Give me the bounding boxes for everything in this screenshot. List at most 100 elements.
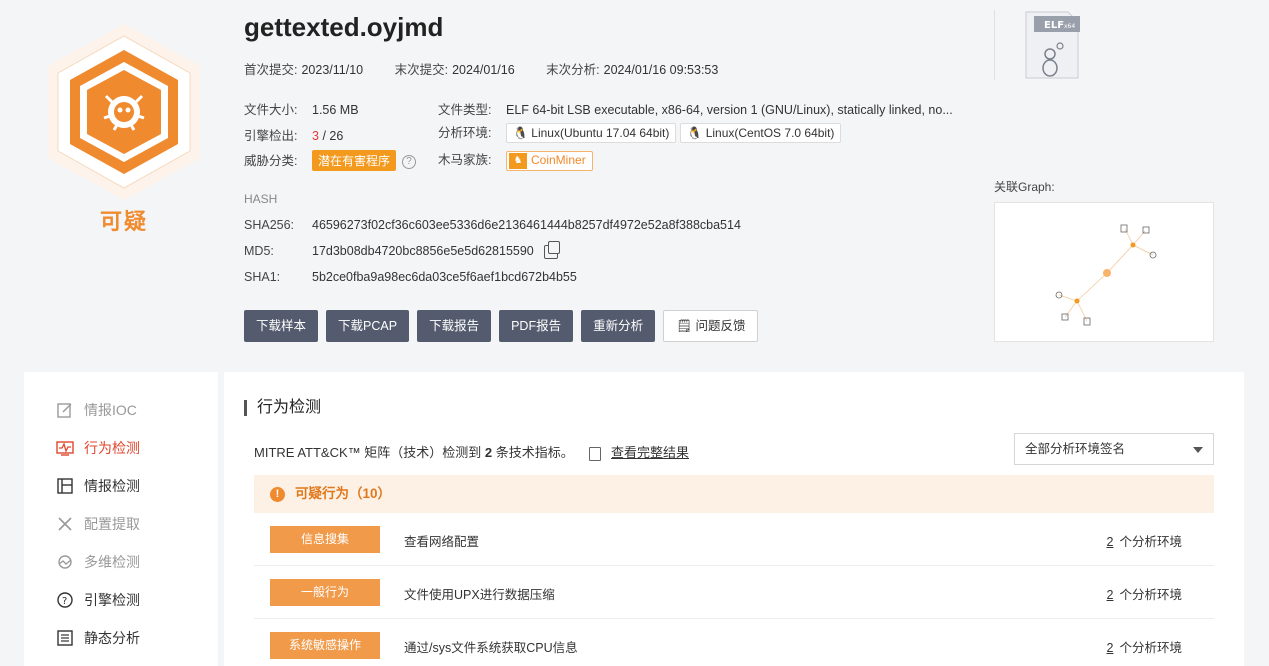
reanalyze-button[interactable]: 重新分析	[581, 310, 656, 342]
action-buttons: 下载样本 下载PCAP 下载报告 PDF报告 重新分析 🗒 问题反馈	[244, 310, 759, 342]
sidebar-item-static[interactable]: 静态分析	[56, 628, 140, 648]
relation-graph[interactable]	[994, 202, 1214, 342]
env-signature-select[interactable]: 全部分析环境签名	[1014, 433, 1214, 465]
file-type-row: 文件类型: ELF 64-bit LSB executable, x86-64, …	[438, 99, 953, 118]
env-count-text: 个分析环境	[1119, 641, 1182, 655]
last-analysis-label: 末次分析:	[546, 63, 600, 77]
sidebar-item-behavior[interactable]: 行为检测	[56, 438, 140, 458]
md5-row: MD5: 17d3b08db4720bc8856e5e5d62815590	[244, 240, 560, 259]
engine-label: 引擎检出:	[244, 129, 298, 143]
file-size-value: 1.56 MB	[312, 103, 359, 117]
tools-icon	[58, 517, 72, 531]
linux-icon: 🐧	[687, 126, 703, 140]
verdict-badge-icon	[44, 22, 204, 202]
linux-icon: 🐧	[513, 126, 528, 140]
pulse-monitor-icon	[56, 441, 74, 456]
sidebar-item-label: 情报检测	[84, 478, 140, 494]
behavior-tag: 一般行为	[270, 579, 380, 606]
table-row[interactable]: 信息搜集 查看网络配置 2 个分析环境	[254, 513, 1214, 566]
layout-icon	[57, 478, 73, 494]
copy-icon[interactable]	[543, 240, 560, 259]
env-tag-centos[interactable]: 🐧 Linux(CentOS 7.0 64bit)	[680, 123, 842, 143]
view-full-results-link[interactable]: 查看完整结果	[611, 445, 689, 460]
sha256-row: SHA256: 46596273f02cf36c603ee5336d6e21364…	[244, 218, 741, 232]
sha1-row: SHA1: 5b2ce0fba9a98ec6da03ce5f6aef1bcd672…	[244, 270, 577, 284]
sidebar-item-label: 静态分析	[84, 630, 140, 646]
env-count-link[interactable]: 2	[1107, 535, 1114, 549]
behavior-env: 2 个分析环境	[1107, 584, 1182, 603]
behavior-tag: 系统敏感操作	[270, 632, 380, 659]
question-circle-icon: ?	[57, 592, 73, 608]
suspicious-header-label: 可疑行为（10）	[295, 486, 392, 501]
help-icon[interactable]: ?	[402, 154, 417, 169]
sidebar-item-multidim[interactable]: 多维检测	[56, 552, 140, 572]
engine-total: / 26	[322, 129, 344, 143]
env-tag-ubuntu[interactable]: 🐧 Linux(Ubuntu 17.04 64bit)	[506, 123, 677, 143]
pdf-report-button[interactable]: PDF报告	[499, 310, 574, 342]
sidebar-item-label: 情报IOC	[84, 402, 137, 418]
download-pcap-button[interactable]: 下载PCAP	[326, 310, 410, 342]
engine-row: 引擎检出: 3 / 26	[244, 125, 343, 144]
env-count-link[interactable]: 2	[1107, 641, 1114, 655]
suspicious-header[interactable]: ! 可疑行为（10）	[254, 475, 1214, 513]
file-type-label: 文件类型:	[438, 103, 492, 117]
table-row[interactable]: 系统敏感操作 通过/sys文件系统获取CPU信息 2 个分析环境	[254, 619, 1214, 666]
engine-hits: 3	[312, 129, 319, 143]
sidebar-item-config[interactable]: 配置提取	[56, 514, 140, 534]
family-row: 木马家族: ♞ CoinMiner	[438, 149, 593, 171]
family-label: 木马家族:	[438, 153, 492, 167]
sidebar: 情报IOC 行为检测 情报检测 配置提取 多维检测 ? 引擎检测 静态分析	[24, 372, 218, 666]
edit-icon	[57, 403, 72, 418]
behavior-desc: 查看网络配置	[404, 535, 480, 549]
sha256-label: SHA256:	[244, 218, 295, 232]
last-analysis-date: 2024/01/16 09:53:53	[603, 63, 719, 77]
behavior-env: 2 个分析环境	[1107, 531, 1182, 550]
trojan-icon: ♞	[509, 152, 527, 169]
download-sample-button[interactable]: 下载样本	[244, 310, 319, 342]
first-submit-date: 2023/11/10	[301, 63, 364, 77]
warning-icon: !	[270, 486, 285, 502]
download-report-button[interactable]: 下载报告	[417, 310, 492, 342]
env-row: 分析环境: 🐧 Linux(Ubuntu 17.04 64bit) 🐧 Linux(…	[438, 122, 845, 143]
file-size-row: 文件大小: 1.56 MB	[244, 99, 359, 118]
elf-badge-arch: x64	[1064, 23, 1075, 30]
mitre-count: 2	[484, 445, 493, 460]
sidebar-item-label: 多维检测	[84, 554, 140, 570]
env-count-link[interactable]: 2	[1107, 588, 1114, 602]
verdict-label: 可疑	[99, 209, 148, 234]
svg-text:?: ?	[62, 596, 67, 607]
env-label: 分析环境:	[438, 126, 492, 140]
mitre-prefix: MITRE ATT&CK™ 矩阵（技术）检测到	[254, 445, 482, 460]
divider	[994, 10, 995, 80]
sidebar-item-intel[interactable]: 情报检测	[56, 476, 140, 496]
sha1-value[interactable]: 5b2ce0fba9a98ec6da03ce5f6aef1bcd672b4b55	[312, 270, 577, 284]
threat-tag: 潜在有害程序	[312, 150, 397, 171]
chevron-down-icon	[1193, 447, 1203, 453]
sidebar-item-engine[interactable]: ? 引擎检测	[56, 590, 140, 610]
env-count-text: 个分析环境	[1119, 588, 1182, 602]
env-tag-ubuntu-label: Linux(Ubuntu 17.04 64bit)	[531, 126, 670, 140]
feedback-button[interactable]: 🗒 问题反馈	[663, 310, 759, 342]
behavior-desc: 文件使用UPX进行数据压缩	[404, 588, 555, 602]
family-tag[interactable]: ♞ CoinMiner	[506, 150, 593, 171]
elf-file-icon: ELF x64	[1024, 10, 1080, 80]
list-icon	[57, 630, 73, 646]
document-icon	[589, 446, 602, 461]
md5-value[interactable]: 17d3b08db4720bc8856e5e5d62815590	[312, 244, 534, 258]
submission-dates: 首次提交: 2023/11/10 末次提交: 2024/01/16 末次分析: 202…	[244, 59, 746, 78]
feedback-label: 问题反馈	[695, 319, 746, 333]
feedback-icon: 🗒	[676, 319, 692, 333]
sidebar-item-label: 配置提取	[84, 516, 140, 532]
sha1-label: SHA1:	[244, 270, 281, 284]
behavior-panel: 行为检测 MITRE ATT&CK™ 矩阵（技术）检测到 2 条技术指标。 查看…	[224, 372, 1244, 666]
env-select-value: 全部分析环境签名	[1025, 442, 1126, 456]
table-row[interactable]: 一般行为 文件使用UPX进行数据压缩 2 个分析环境	[254, 566, 1214, 619]
elf-badge-text: ELF	[1044, 20, 1064, 31]
file-type-value: ELF 64-bit LSB executable, x86-64, versi…	[506, 103, 953, 117]
behavior-tag: 信息搜集	[270, 526, 380, 553]
sha256-value[interactable]: 46596273f02cf36c603ee5336d6e2136461444b8…	[312, 218, 741, 232]
sidebar-item-ioc[interactable]: 情报IOC	[56, 400, 137, 420]
env-count-text: 个分析环境	[1119, 535, 1182, 549]
sidebar-item-label: 引擎检测	[84, 592, 140, 608]
mitre-suffix: 条技术指标。	[495, 445, 574, 460]
